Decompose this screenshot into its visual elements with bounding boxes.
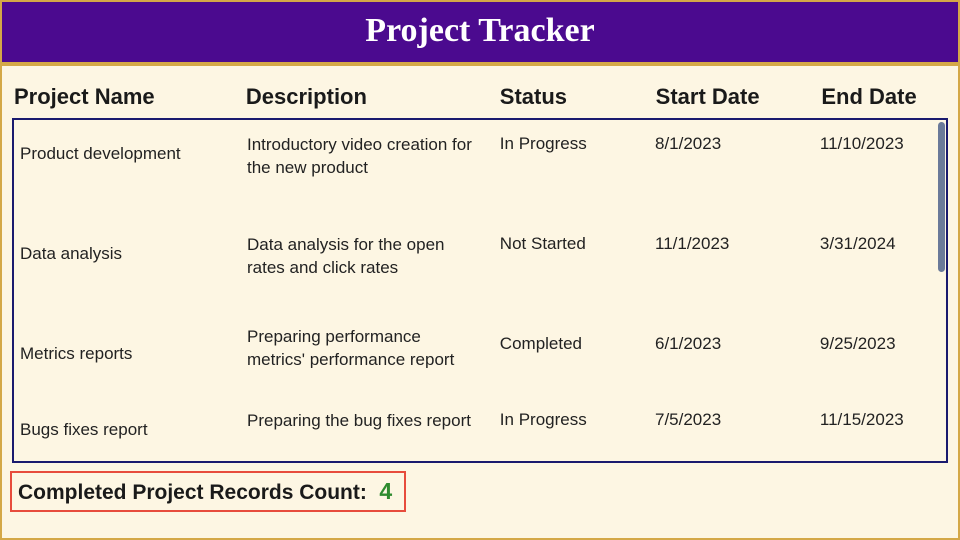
page-title: Project Tracker — [2, 12, 958, 50]
col-header-start[interactable]: Start Date — [656, 84, 822, 110]
cell-status: Completed — [500, 334, 655, 354]
table-row[interactable]: Data analysis Data analysis for the open… — [14, 220, 946, 320]
table-body[interactable]: Product development Introductory video c… — [12, 118, 948, 463]
cell-end: 3/31/2024 — [820, 234, 946, 254]
table-row[interactable]: Metrics reports Preparing performance me… — [14, 320, 946, 396]
cell-end: 11/10/2023 — [820, 134, 946, 154]
cell-start: 11/1/2023 — [655, 234, 820, 254]
cell-description: Introductory video creation for the new … — [247, 134, 500, 180]
completed-count-value: 4 — [379, 478, 392, 504]
cell-name: Product development — [14, 134, 247, 164]
scrollbar[interactable] — [936, 120, 946, 461]
completed-count-box: Completed Project Records Count: 4 — [10, 471, 406, 512]
completed-count-label: Completed Project Records Count: — [18, 481, 367, 504]
table-header-row: Project Name Description Status Start Da… — [12, 76, 948, 118]
scrollbar-thumb[interactable] — [938, 122, 945, 272]
cell-name: Bugs fixes report — [14, 410, 247, 440]
cell-status: Not Started — [500, 234, 655, 254]
cell-description: Data analysis for the open rates and cli… — [247, 234, 500, 280]
cell-start: 8/1/2023 — [655, 134, 820, 154]
col-header-status[interactable]: Status — [500, 84, 656, 110]
cell-description: Preparing the bug fixes report — [247, 410, 500, 433]
col-header-end[interactable]: End Date — [821, 84, 948, 110]
cell-status: In Progress — [500, 410, 655, 430]
col-header-description[interactable]: Description — [246, 84, 500, 110]
cell-start: 6/1/2023 — [655, 334, 820, 354]
cell-name: Metrics reports — [14, 334, 247, 364]
table-row[interactable]: Product development Introductory video c… — [14, 120, 946, 220]
cell-description: Preparing performance metrics' performan… — [247, 326, 500, 368]
col-header-name[interactable]: Project Name — [12, 84, 246, 110]
cell-end: 9/25/2023 — [820, 334, 946, 354]
cell-start: 7/5/2023 — [655, 410, 820, 430]
app-header: Project Tracker — [2, 2, 958, 66]
cell-end: 11/15/2023 — [820, 410, 946, 430]
project-table: Project Name Description Status Start Da… — [2, 66, 958, 463]
cell-name: Data analysis — [14, 234, 247, 264]
cell-status: In Progress — [500, 134, 655, 154]
table-row[interactable]: Bugs fixes report Preparing the bug fixe… — [14, 396, 946, 463]
